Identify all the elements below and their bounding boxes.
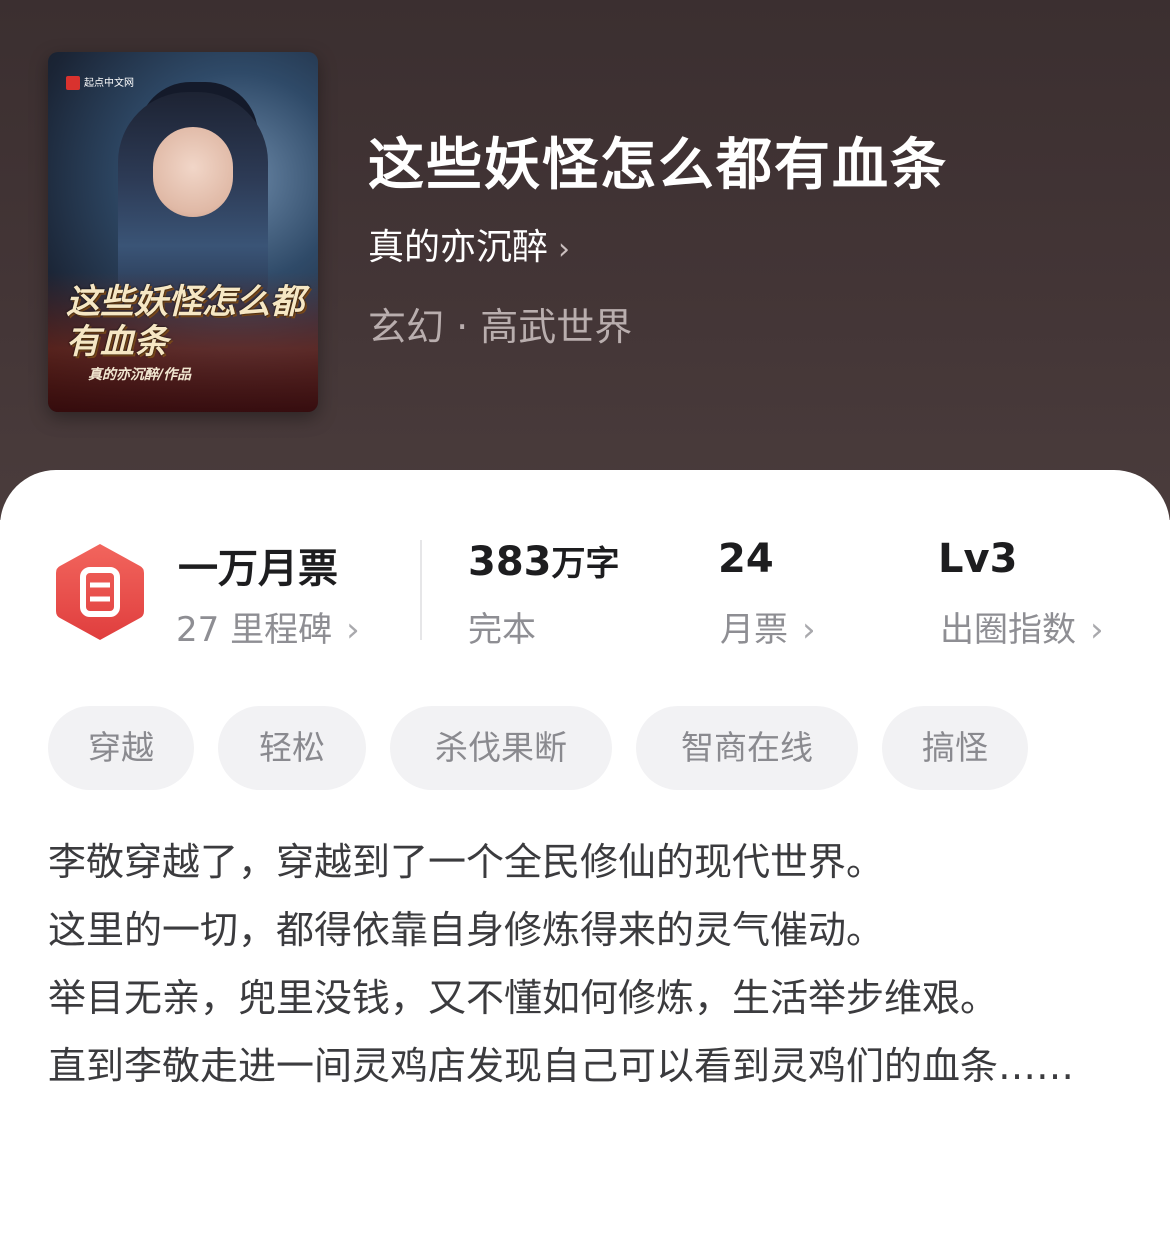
cover-byline: 真的亦沉醉/作品 (88, 367, 192, 383)
monthly-ticket-value: 24 (718, 536, 774, 582)
tag-chip[interactable]: 搞怪 (882, 706, 1028, 790)
tag-chip[interactable]: 杀伐果断 (390, 706, 612, 790)
popularity-index-link[interactable]: 出圈指数 › (940, 602, 1104, 651)
author-name: 真的亦沉醉 (368, 227, 549, 268)
book-title: 这些妖怪怎么都有血条 (368, 133, 948, 198)
popularity-level-value: Lv3 (938, 536, 1018, 582)
milestone-value: 一万月票 (178, 546, 338, 592)
publisher-logo-icon (66, 76, 80, 90)
author-link[interactable]: 真的亦沉醉 › (368, 218, 570, 270)
genre-label: 玄幻 · 高武世界 (368, 305, 633, 349)
tag-chip[interactable]: 穿越 (48, 706, 194, 790)
synopsis-line: 这里的一切，都得依靠自身修炼得来的灵气催动。 (48, 908, 885, 952)
chevron-right-icon: › (346, 610, 360, 650)
synopsis-line: 直到李敬走进一间灵鸡店发现自己可以看到灵鸡们的血条…… (48, 1044, 1075, 1088)
cover-title-art: 这些妖怪怎么都有血条 (66, 282, 304, 362)
cover-publisher-logo: 起点中文网 (66, 74, 134, 90)
completion-status: 完本 (468, 610, 536, 650)
monthly-ticket-label: 月票 (720, 610, 788, 650)
book-cover[interactable]: 起点中文网 这些妖怪怎么都有血条 真的亦沉醉/作品 (48, 52, 318, 412)
ticket-badge-icon (52, 540, 148, 644)
book-synopsis[interactable]: 李敬穿越了，穿越到了一个全民修仙的现代世界。 这里的一切，都得依靠自身修炼得来的… (48, 828, 1128, 1100)
chevron-right-icon: › (558, 232, 571, 267)
chevron-right-icon: › (1090, 610, 1104, 650)
milestone-label: 27 里程碑 (176, 610, 333, 650)
chevron-right-icon: › (802, 610, 816, 650)
tag-chip[interactable]: 智商在线 (636, 706, 858, 790)
stats-divider (420, 540, 422, 640)
synopsis-line: 举目无亲，兜里没钱，又不懂如何修炼，生活举步维艰。 (48, 976, 999, 1020)
tag-chip[interactable]: 轻松 (218, 706, 366, 790)
milestone-link[interactable]: 27 里程碑 › (176, 602, 360, 651)
monthly-ticket-link[interactable]: 月票 › (720, 602, 816, 651)
popularity-index-label: 出圈指数 (940, 610, 1076, 650)
cover-art-face (153, 127, 233, 217)
synopsis-line: 李敬穿越了，穿越到了一个全民修仙的现代世界。 (48, 840, 885, 884)
word-count-value: 383万字 (468, 539, 620, 585)
